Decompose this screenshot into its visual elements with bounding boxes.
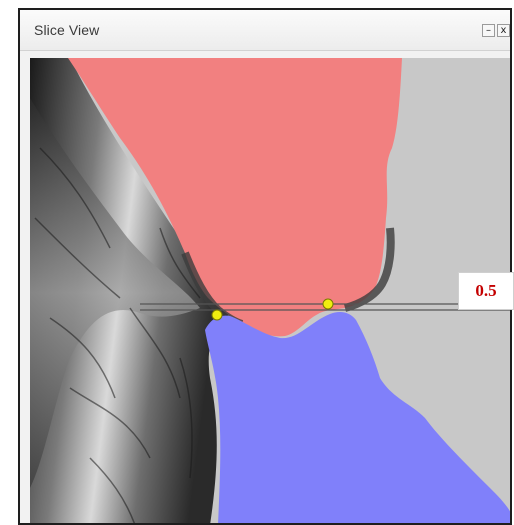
slice-canvas[interactable] — [30, 58, 512, 525]
control-point-left[interactable] — [211, 309, 223, 321]
minimize-icon[interactable]: – — [482, 24, 495, 37]
slice-viewport[interactable] — [30, 58, 512, 525]
window-title: Slice View — [34, 22, 100, 38]
slice-value-label: 0.5 — [458, 272, 514, 310]
title-bar[interactable]: Slice View – x — [20, 10, 510, 51]
close-icon[interactable]: x — [497, 24, 510, 37]
control-point-right[interactable] — [322, 298, 334, 310]
slice-view-window: Slice View – x — [18, 8, 512, 525]
